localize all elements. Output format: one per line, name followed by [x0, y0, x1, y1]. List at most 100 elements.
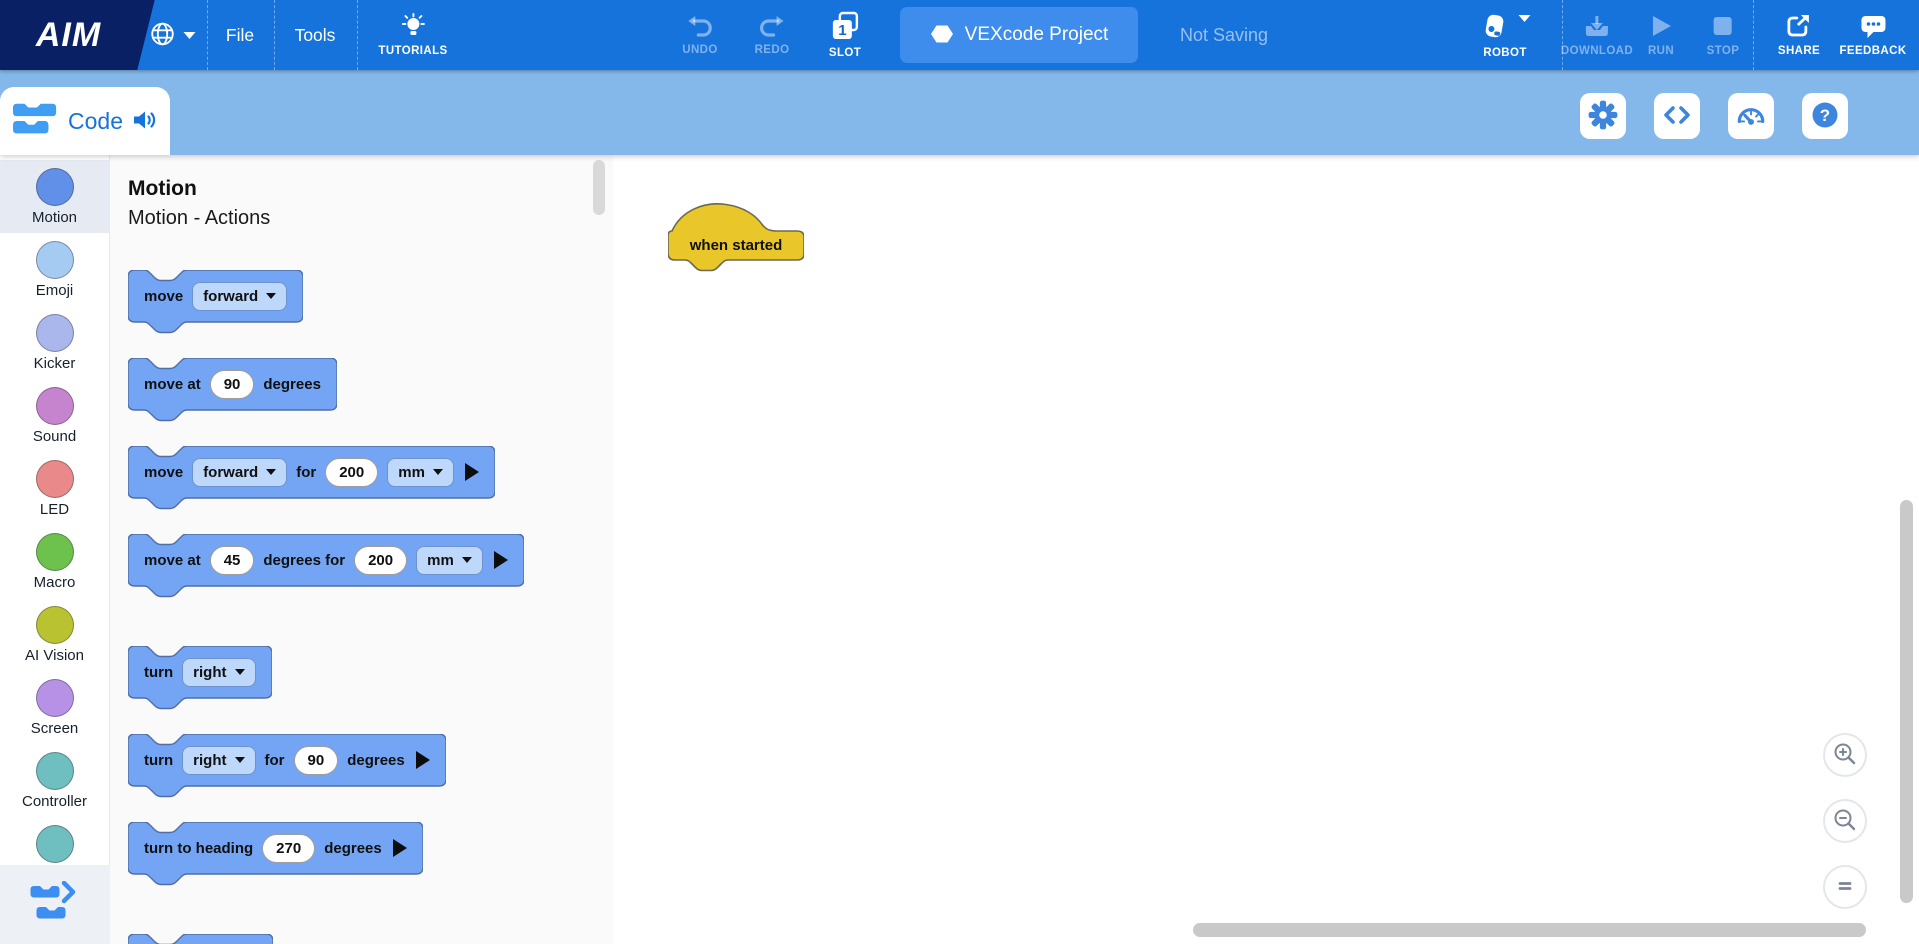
zoom-out-button[interactable]	[1823, 799, 1867, 843]
project-name-button[interactable]: VEXcode Project	[900, 7, 1138, 63]
block-text: for	[296, 464, 316, 481]
category-color-dot	[36, 752, 74, 790]
palette-block-move[interactable]: move forward	[128, 270, 303, 322]
block-text: degrees	[324, 840, 382, 857]
dropdown-value: mm	[427, 552, 454, 569]
chevron-down-icon	[235, 669, 245, 675]
aim-logo[interactable]: AIM	[0, 0, 155, 70]
block-dropdown[interactable]: mm	[387, 458, 454, 487]
palette-title: Motion	[128, 176, 613, 202]
block-expand-arrow[interactable]	[393, 839, 407, 857]
play-icon	[1648, 13, 1674, 42]
zoom-reset-button[interactable]	[1823, 865, 1867, 909]
block-dropdown[interactable]: mm	[416, 546, 483, 575]
category-color-dot	[36, 606, 74, 644]
horizontal-scrollbar[interactable]	[1193, 923, 1866, 937]
hat-block-label: when started	[668, 230, 804, 260]
sidebar-item-emoji[interactable]: Emoji	[0, 233, 109, 306]
aim-logo-text: AIM	[22, 16, 101, 55]
block-number-input[interactable]: 45	[210, 546, 255, 575]
block-text: for	[265, 752, 285, 769]
category-label: Kicker	[34, 355, 76, 372]
block-text: degrees	[347, 752, 405, 769]
magnifier-minus-icon	[1832, 807, 1858, 836]
sidebar-item-controller[interactable]: Controller	[0, 744, 109, 817]
block-number-input[interactable]: 200	[354, 546, 407, 575]
category-color-dot	[36, 533, 74, 571]
sidebar-item-kicker[interactable]: Kicker	[0, 306, 109, 379]
redo-button[interactable]: REDO	[755, 0, 790, 70]
palette-collapse-button[interactable]	[0, 865, 110, 944]
palette-block-move-for[interactable]: move forward for 200 mm	[128, 446, 495, 498]
category-label: Motion	[32, 209, 77, 226]
palette-block-move-at-degrees[interactable]: move at90degrees	[128, 358, 337, 410]
block-dropdown[interactable]: forward	[192, 458, 287, 487]
zoom-in-button[interactable]	[1823, 733, 1867, 777]
language-selector[interactable]	[149, 0, 196, 70]
block-text: move	[144, 464, 183, 481]
settings-button[interactable]	[1580, 93, 1626, 139]
blocks-arrow-icon	[30, 881, 80, 928]
category-color-dot	[36, 241, 74, 279]
share-icon	[1786, 13, 1812, 42]
chevron-down-icon	[266, 469, 276, 475]
block-expand-arrow[interactable]	[494, 551, 508, 569]
block-text: turn	[144, 752, 173, 769]
dashboard-button[interactable]	[1728, 93, 1774, 139]
block-text: move	[144, 288, 183, 305]
block-number-input[interactable]: 270	[262, 834, 315, 863]
category-label: Controller	[22, 793, 87, 810]
workspace-canvas[interactable]: when started	[613, 155, 1919, 944]
block-text: move at	[144, 552, 201, 569]
save-status: Not Saving	[1180, 0, 1268, 70]
sidebar-item-macro[interactable]: Macro	[0, 525, 109, 598]
sidebar-item-screen[interactable]: Screen	[0, 671, 109, 744]
block-text: turn to heading	[144, 840, 253, 857]
share-button[interactable]: SHARE	[1778, 0, 1820, 70]
category-label: LED	[40, 501, 69, 518]
tab-code[interactable]: Code	[0, 87, 170, 155]
palette-block-turn-to-heading[interactable]: turn to heading 270 degrees	[128, 822, 423, 874]
category-color-dot	[36, 387, 74, 425]
robot-selector[interactable]: ROBOT	[1480, 0, 1531, 70]
slot-button[interactable]: 1 SLOT	[829, 0, 861, 70]
help-button[interactable]: ?	[1802, 93, 1848, 139]
download-button[interactable]: DOWNLOAD	[1561, 0, 1633, 70]
palette-block-turn[interactable]: turnright	[128, 646, 272, 698]
block-dropdown[interactable]: forward	[192, 282, 287, 311]
palette-block-turn-for[interactable]: turn right for 90 degrees	[128, 734, 446, 786]
category-items: Motion Emoji Kicker Sound LED MacroAI VisionS…	[0, 160, 109, 890]
toolbar-divider	[207, 0, 208, 70]
run-button[interactable]: RUN	[1648, 0, 1674, 70]
slot-icon: 1	[830, 11, 860, 44]
code-view-button[interactable]	[1654, 93, 1700, 139]
block-expand-arrow[interactable]	[465, 463, 479, 481]
palette-block-partial-block[interactable]	[128, 934, 273, 944]
block-number-input[interactable]: 90	[210, 370, 255, 399]
block-dropdown[interactable]: right	[182, 658, 255, 687]
block-number-input[interactable]: 200	[325, 458, 378, 487]
blocks-icon	[13, 102, 59, 141]
menu-tools[interactable]: Tools	[295, 0, 336, 70]
palette-scrollbar[interactable]	[593, 160, 605, 215]
tutorials-button[interactable]: TUTORIALS	[378, 0, 447, 70]
sidebar-item-motion[interactable]: Motion	[0, 160, 109, 233]
sidebar-item-led[interactable]: LED	[0, 452, 109, 525]
menu-file[interactable]: File	[226, 0, 254, 70]
category-bar: Motion Emoji Kicker Sound LED MacroAI VisionS…	[0, 155, 110, 944]
vertical-scrollbar[interactable]	[1900, 500, 1913, 903]
undo-button[interactable]: UNDO	[682, 0, 717, 70]
block-expand-arrow[interactable]	[416, 751, 430, 769]
palette-block-move-at-for[interactable]: move at45degrees for200mm	[128, 534, 524, 586]
block-number-input[interactable]: 90	[294, 746, 339, 775]
dropdown-value: forward	[203, 464, 258, 481]
block-dropdown[interactable]: right	[182, 746, 255, 775]
sidebar-item-sound[interactable]: Sound	[0, 379, 109, 452]
sub-toolbar: Code	[0, 70, 1919, 155]
feedback-button[interactable]: FEEDBACK	[1839, 0, 1906, 70]
when-started-block[interactable]: when started	[668, 203, 804, 273]
stop-button[interactable]: STOP	[1707, 0, 1740, 70]
sidebar-item-ai-vision[interactable]: AI Vision	[0, 598, 109, 671]
chevron-down-icon	[1519, 15, 1531, 22]
svg-text:1: 1	[838, 22, 846, 39]
